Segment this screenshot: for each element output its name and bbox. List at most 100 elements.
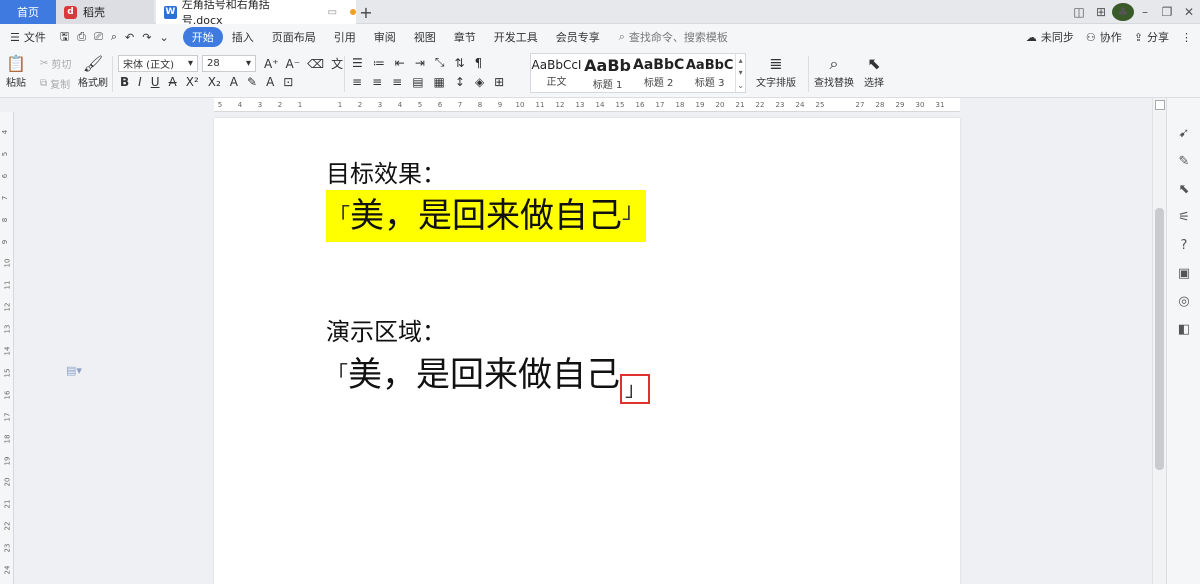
bold-icon[interactable]: B xyxy=(120,75,129,89)
align-right-icon[interactable]: ≡ xyxy=(392,75,402,89)
italic-icon[interactable]: I xyxy=(138,75,142,89)
select-button[interactable]: ⬉ 选择 xyxy=(864,54,884,89)
strikethrough-icon[interactable]: A xyxy=(169,75,177,89)
chevron-down-icon[interactable]: ⌄ xyxy=(159,31,168,44)
chinese-layout-icon[interactable]: ⤡ xyxy=(435,55,445,70)
minimize-icon[interactable]: – xyxy=(1134,5,1156,19)
tab-insert[interactable]: 插入 xyxy=(223,29,263,45)
shrink-font-icon[interactable]: A⁻ xyxy=(286,57,301,71)
collab-button[interactable]: ⚇ 协作 xyxy=(1086,29,1122,45)
highlight-icon[interactable]: ✎ xyxy=(247,75,257,89)
cut-label: 剪切 xyxy=(51,60,72,71)
style-heading2[interactable]: AaBbC 标题 2 xyxy=(633,54,684,92)
font-size-select[interactable]: 28 ▾ xyxy=(202,55,256,72)
close-icon[interactable]: ✕ xyxy=(1178,5,1200,19)
cursor-icon[interactable]: ⬉ xyxy=(1167,182,1200,197)
book-icon[interactable]: ◧ xyxy=(1167,322,1200,337)
underline-icon[interactable]: U xyxy=(151,75,160,89)
vertical-ruler[interactable]: 4 5 6 7 8 9 10 11 12 13 14 15 16 17 18 19 20 21 22 23 24 xyxy=(0,112,14,584)
undo-icon[interactable]: ↶ xyxy=(125,31,134,44)
numbering-icon[interactable]: ≔ xyxy=(373,56,385,70)
styles-scroll[interactable]: ▴ ▾ ⌄ xyxy=(735,54,745,92)
tab-member[interactable]: 会员专享 xyxy=(547,29,609,45)
style-heading1[interactable]: AaBb 标题 1 xyxy=(582,54,633,92)
export-icon[interactable]: ⎙ xyxy=(77,30,86,44)
font-name-select[interactable]: 宋体 (正文) ▾ xyxy=(118,55,198,72)
ruler-tick: 23 xyxy=(775,101,785,109)
borders-icon[interactable]: ⊞ xyxy=(494,75,504,89)
horizontal-ruler[interactable]: 5 4 3 2 1 1 2 3 4 5 6 7 8 9 10 11 12 13 14 15 16 17 18 19 20 21 22… xyxy=(214,98,960,112)
heading-demo-area[interactable]: 演示区域： xyxy=(326,312,446,347)
share-button[interactable]: ⇪ 分享 xyxy=(1134,29,1169,45)
copy-button[interactable]: ⧉ 复制 xyxy=(40,76,70,91)
superscript-icon[interactable]: X² xyxy=(186,75,199,89)
demo-line[interactable]: 「 美，是回来做自己 」 xyxy=(326,348,651,404)
scroll-top-button[interactable] xyxy=(1155,100,1165,110)
cut-button[interactable]: ✂ 剪切 xyxy=(40,56,71,71)
vertical-scrollbar[interactable] xyxy=(1152,98,1166,584)
tab-view[interactable]: 视图 xyxy=(405,29,445,45)
text-layout-button[interactable]: ≣ 文字排版 xyxy=(756,54,796,89)
show-marks-icon[interactable]: ¶ xyxy=(475,56,483,70)
print-icon[interactable]: ⎚ xyxy=(94,30,103,44)
tab-start[interactable]: 开始 xyxy=(182,27,223,47)
target-effect-line[interactable]: 「 美，是回来做自己 」 xyxy=(326,190,647,242)
paste-button[interactable]: 📋 粘贴 xyxy=(6,54,26,89)
avatar[interactable]: ♣ xyxy=(1112,3,1134,21)
tab-home[interactable]: 首页 xyxy=(0,0,56,24)
sliders-icon[interactable]: ⚟ xyxy=(1167,210,1200,225)
justify-icon[interactable]: ▤ xyxy=(412,75,423,89)
tab-references[interactable]: 引用 xyxy=(325,29,365,45)
new-tab-button[interactable]: + xyxy=(358,0,374,24)
tab-developer[interactable]: 开发工具 xyxy=(485,29,547,45)
sync-button[interactable]: ☁ 未同步 xyxy=(1026,29,1074,45)
ruler-tick: 9 xyxy=(1,239,10,244)
file-menu[interactable]: ☰ 文件 xyxy=(6,29,50,45)
phonetic-icon[interactable]: 文 xyxy=(331,55,343,72)
ruler-tick: 5 xyxy=(217,101,223,109)
help-icon[interactable]: ? xyxy=(1167,238,1200,253)
char-border-icon[interactable]: ⊡ xyxy=(283,75,293,89)
distribute-icon[interactable]: ▦ xyxy=(434,75,445,89)
tab-review[interactable]: 审阅 xyxy=(365,29,405,45)
document-page[interactable]: 目标效果： 「 美，是回来做自己 」 演示区域： 「 美，是回来做自己 」 xyxy=(214,118,960,584)
tab-section[interactable]: 章节 xyxy=(445,29,485,45)
style-normal[interactable]: AaBbCcI 正文 xyxy=(531,54,582,92)
grid-apps-icon[interactable]: ⊞ xyxy=(1090,5,1112,19)
more-menu-button[interactable]: ⋮ xyxy=(1181,31,1192,44)
grow-font-icon[interactable]: A⁺ xyxy=(264,57,279,71)
location-icon[interactable]: ◎ xyxy=(1167,294,1200,309)
clear-format-icon[interactable]: ⌫ xyxy=(307,57,324,71)
style-heading3[interactable]: AaBbC 标题 3 xyxy=(684,54,735,92)
scrollbar-thumb[interactable] xyxy=(1155,208,1164,470)
font-color-icon[interactable]: A xyxy=(266,75,274,89)
save-icon[interactable]: 🖫 xyxy=(60,28,69,47)
format-painter-button[interactable]: 🖌 格式刷 xyxy=(78,54,108,89)
command-search[interactable]: ⌕ 查找命令、搜索模板 xyxy=(619,29,728,45)
monitor-icon[interactable]: ▭ xyxy=(328,7,337,18)
print-preview-icon[interactable]: ⌕ xyxy=(111,30,117,44)
tab-docer[interactable]: d 稻壳 xyxy=(56,0,154,24)
heading-target-effect[interactable]: 目标效果： xyxy=(326,154,446,189)
bullets-icon[interactable]: ☰ xyxy=(352,56,363,70)
text-effect-icon[interactable]: A xyxy=(230,75,238,89)
align-center-icon[interactable]: ≡ xyxy=(372,75,382,89)
rocket-icon[interactable]: ➹ xyxy=(1167,126,1200,141)
right-corner-bracket-highlighted: 」 xyxy=(620,374,651,404)
tab-document[interactable]: W 左角括号和右角括号.docx ▭ xyxy=(156,0,356,27)
decrease-indent-icon[interactable]: ⇤ xyxy=(395,56,405,70)
subscript-icon[interactable]: X₂ xyxy=(208,75,221,89)
layout-icon[interactable]: ◫ xyxy=(1068,5,1090,19)
redo-icon[interactable]: ↷ xyxy=(142,31,151,44)
paragraph-layout-icon[interactable]: ▤▾ xyxy=(66,364,82,377)
find-replace-button[interactable]: ⌕ 查找替换 xyxy=(814,54,854,89)
shading-icon[interactable]: ◈ xyxy=(475,75,484,89)
align-left-icon[interactable]: ≡ xyxy=(352,75,362,89)
tab-page-layout[interactable]: 页面布局 xyxy=(263,29,325,45)
line-spacing-icon[interactable]: ↕ xyxy=(455,75,465,89)
increase-indent-icon[interactable]: ⇥ xyxy=(415,56,425,70)
restore-icon[interactable]: ❐ xyxy=(1156,5,1178,19)
image-icon[interactable]: ▣ xyxy=(1167,266,1200,281)
pen-icon[interactable]: ✎ xyxy=(1167,154,1200,169)
sort-icon[interactable]: ⇅ xyxy=(455,56,465,70)
